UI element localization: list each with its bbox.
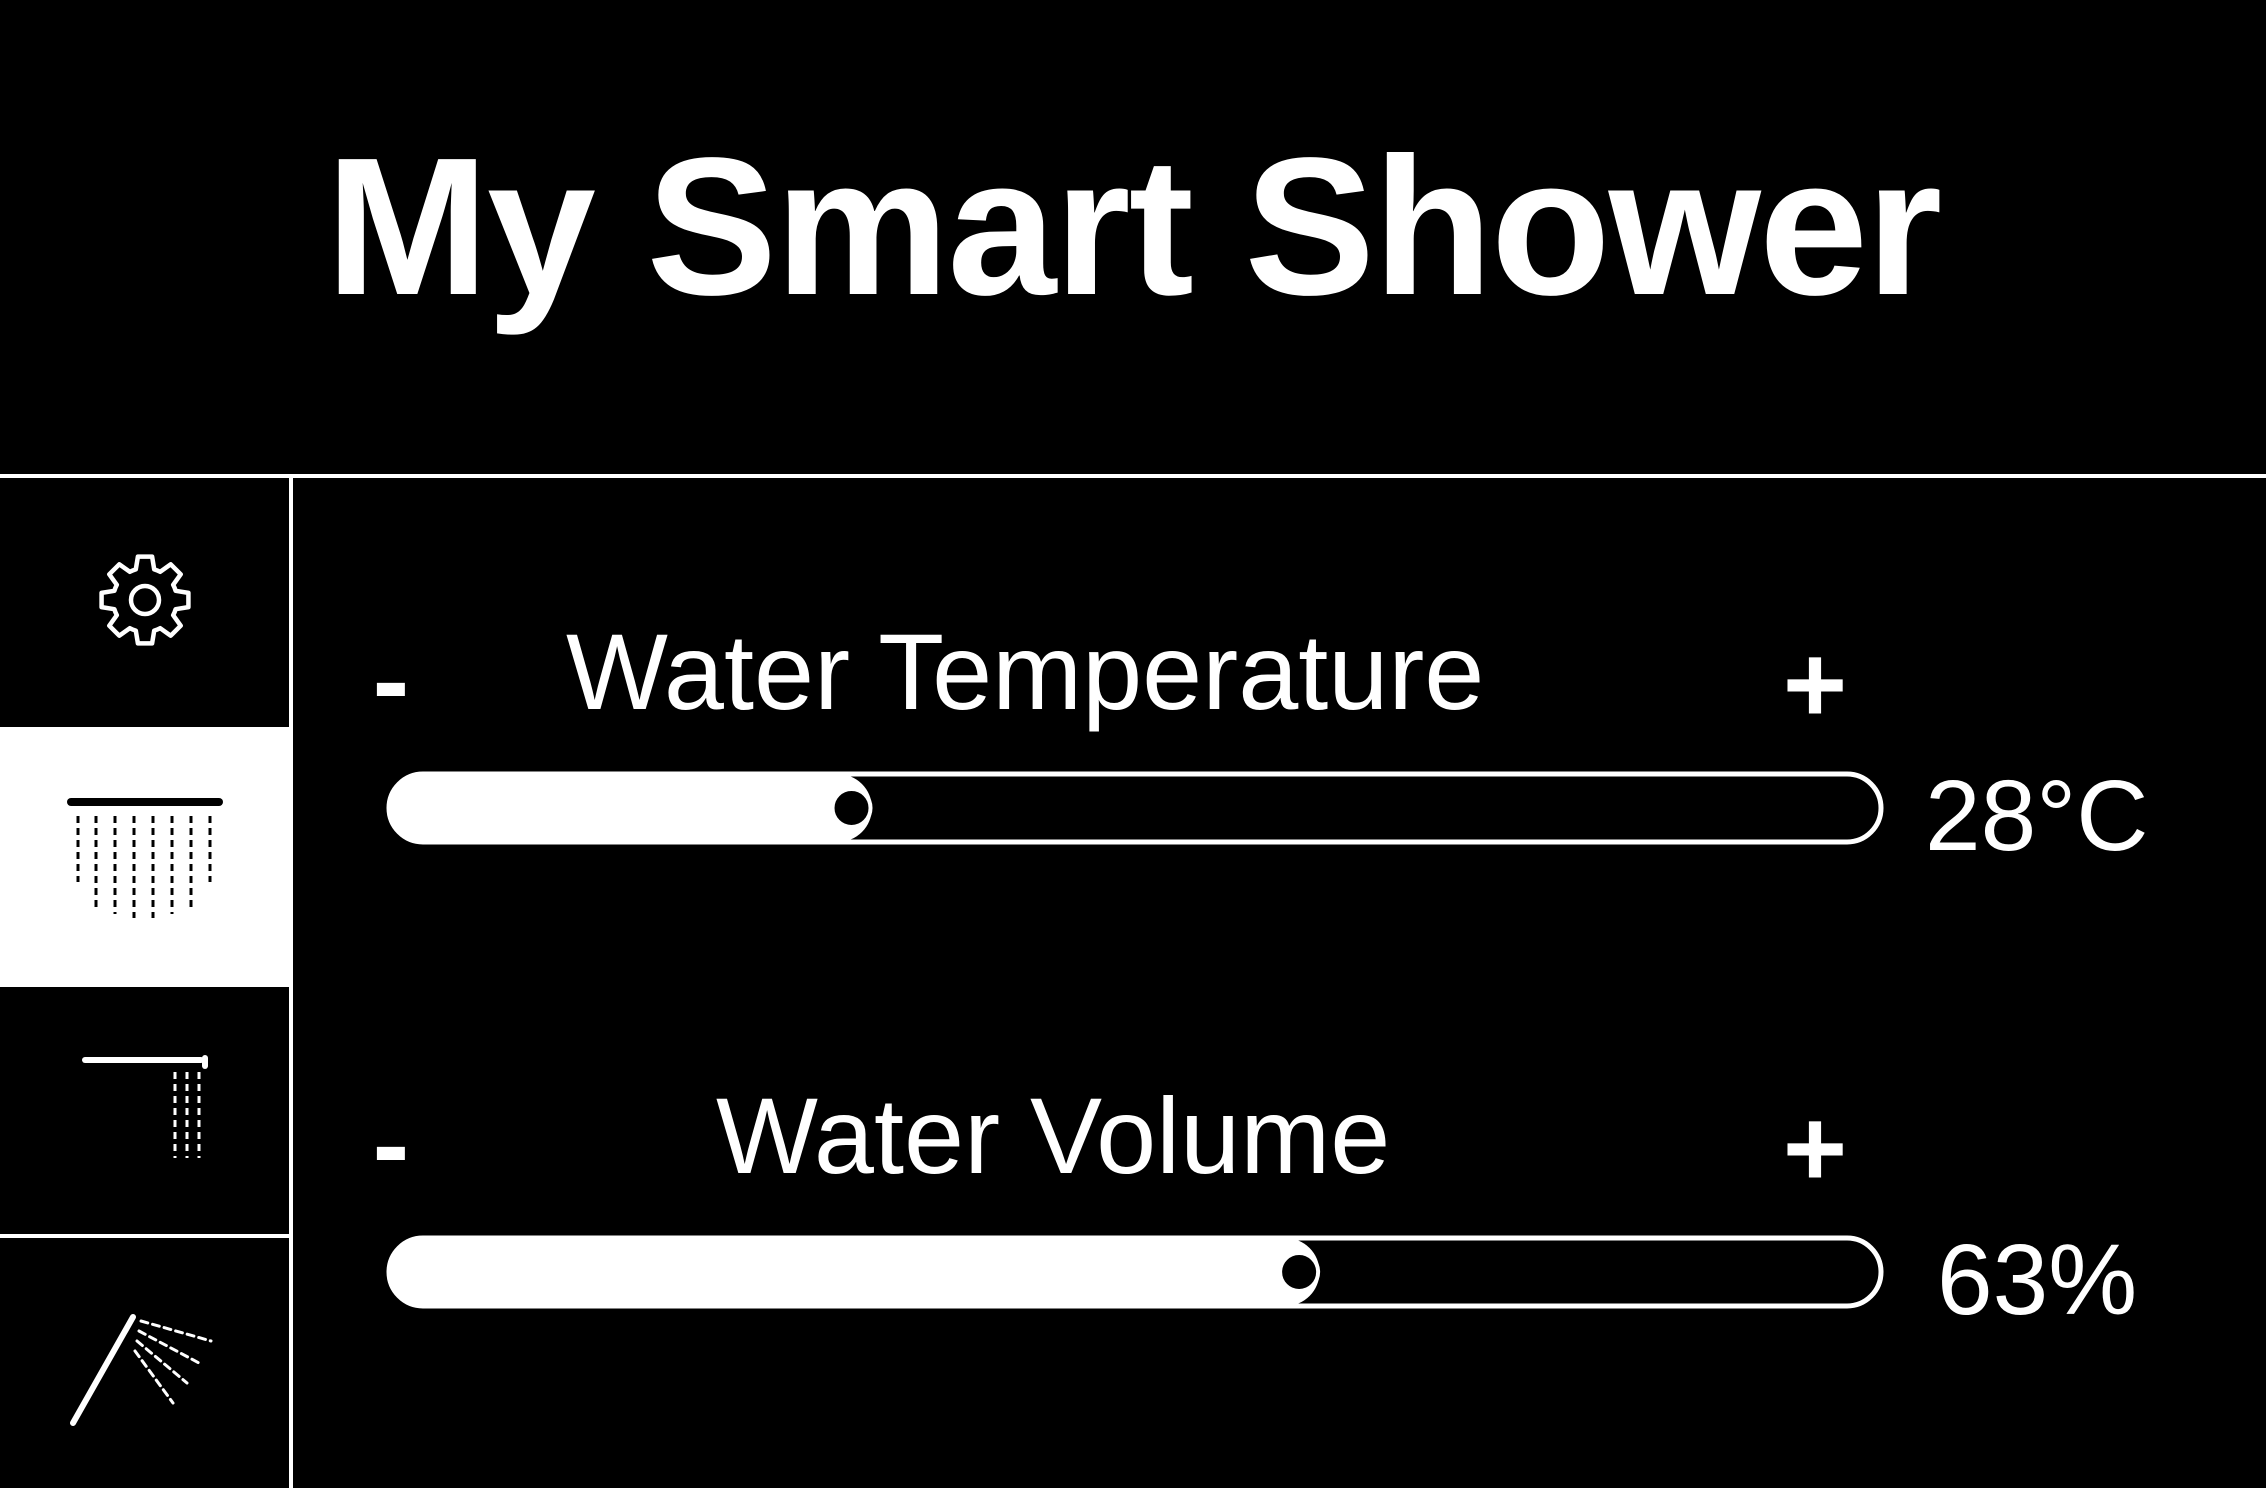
gear-icon <box>93 548 197 657</box>
sidebar-item-hand-shower[interactable] <box>0 1238 289 1488</box>
temperature-slider[interactable] <box>385 770 1885 846</box>
gear-outline <box>98 554 191 646</box>
volume-value: 63% <box>1937 1224 2138 1336</box>
hand-shower-icon <box>65 1291 225 1436</box>
temperature-label: Water Temperature <box>566 611 1485 732</box>
volume-decrease-button[interactable]: - <box>351 1090 431 1200</box>
sidebar <box>0 478 289 1488</box>
sidebar-item-rain-shower[interactable] <box>0 731 289 987</box>
temperature-value: 28°C <box>1925 760 2149 872</box>
volume-label: Water Volume <box>716 1075 1391 1196</box>
header: My Smart Shower <box>0 0 2266 474</box>
rain-shower-icon <box>65 792 225 927</box>
slider-fill <box>389 774 872 842</box>
temperature-decrease-button[interactable]: - <box>351 626 431 736</box>
volume-slider[interactable] <box>385 1234 1885 1310</box>
volume-increase-button[interactable]: + <box>1775 1094 1855 1204</box>
wall-shower-icon <box>75 1048 215 1173</box>
sidebar-item-wall-shower[interactable] <box>0 987 289 1234</box>
slider-handle[interactable] <box>830 787 873 829</box>
smart-shower-screen: My Smart Shower - Water Temperature + 28… <box>0 0 2266 1488</box>
sidebar-item-settings[interactable] <box>0 478 289 727</box>
slider-fill <box>389 1238 1320 1306</box>
slider-handle[interactable] <box>1278 1251 1321 1293</box>
app-title: My Smart Shower <box>325 117 1943 336</box>
temperature-increase-button[interactable]: + <box>1775 630 1855 740</box>
controls-panel: - Water Temperature + 28°C - Water Volum… <box>293 478 2266 1488</box>
